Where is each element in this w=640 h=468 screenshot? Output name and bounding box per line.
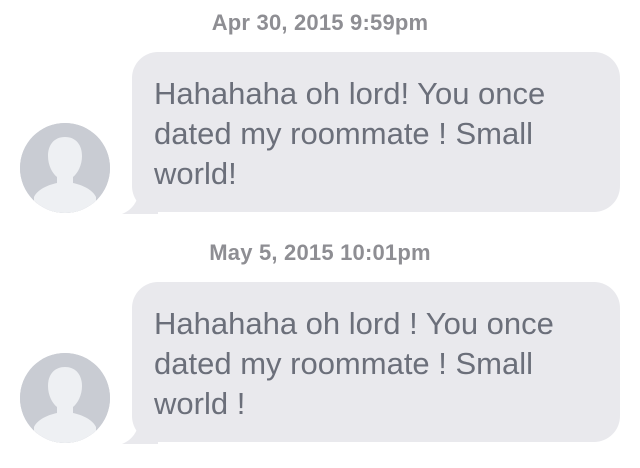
default-user-silhouette-icon[interactable] xyxy=(20,353,110,443)
avatar-silhouette xyxy=(20,123,110,213)
message-text: Hahahaha oh lord! You once dated my room… xyxy=(154,76,546,191)
avatar-silhouette xyxy=(20,353,110,443)
message-row: Hahahaha oh lord ! You once dated my roo… xyxy=(0,282,640,452)
default-user-silhouette-icon[interactable] xyxy=(20,123,110,213)
message-bubble[interactable]: Hahahaha oh lord! You once dated my room… xyxy=(132,52,620,212)
message-text: Hahahaha oh lord ! You once dated my roo… xyxy=(154,306,554,421)
message-bubble[interactable]: Hahahaha oh lord ! You once dated my roo… xyxy=(132,282,620,442)
message-timestamp: Apr 30, 2015 9:59pm xyxy=(211,10,429,35)
message-row: Hahahaha oh lord! You once dated my room… xyxy=(0,52,640,222)
message-timestamp: May 5, 2015 10:01pm xyxy=(209,240,431,265)
message-thread: Apr 30, 2015 9:59pm Hahahaha oh lord! Yo… xyxy=(0,0,640,468)
